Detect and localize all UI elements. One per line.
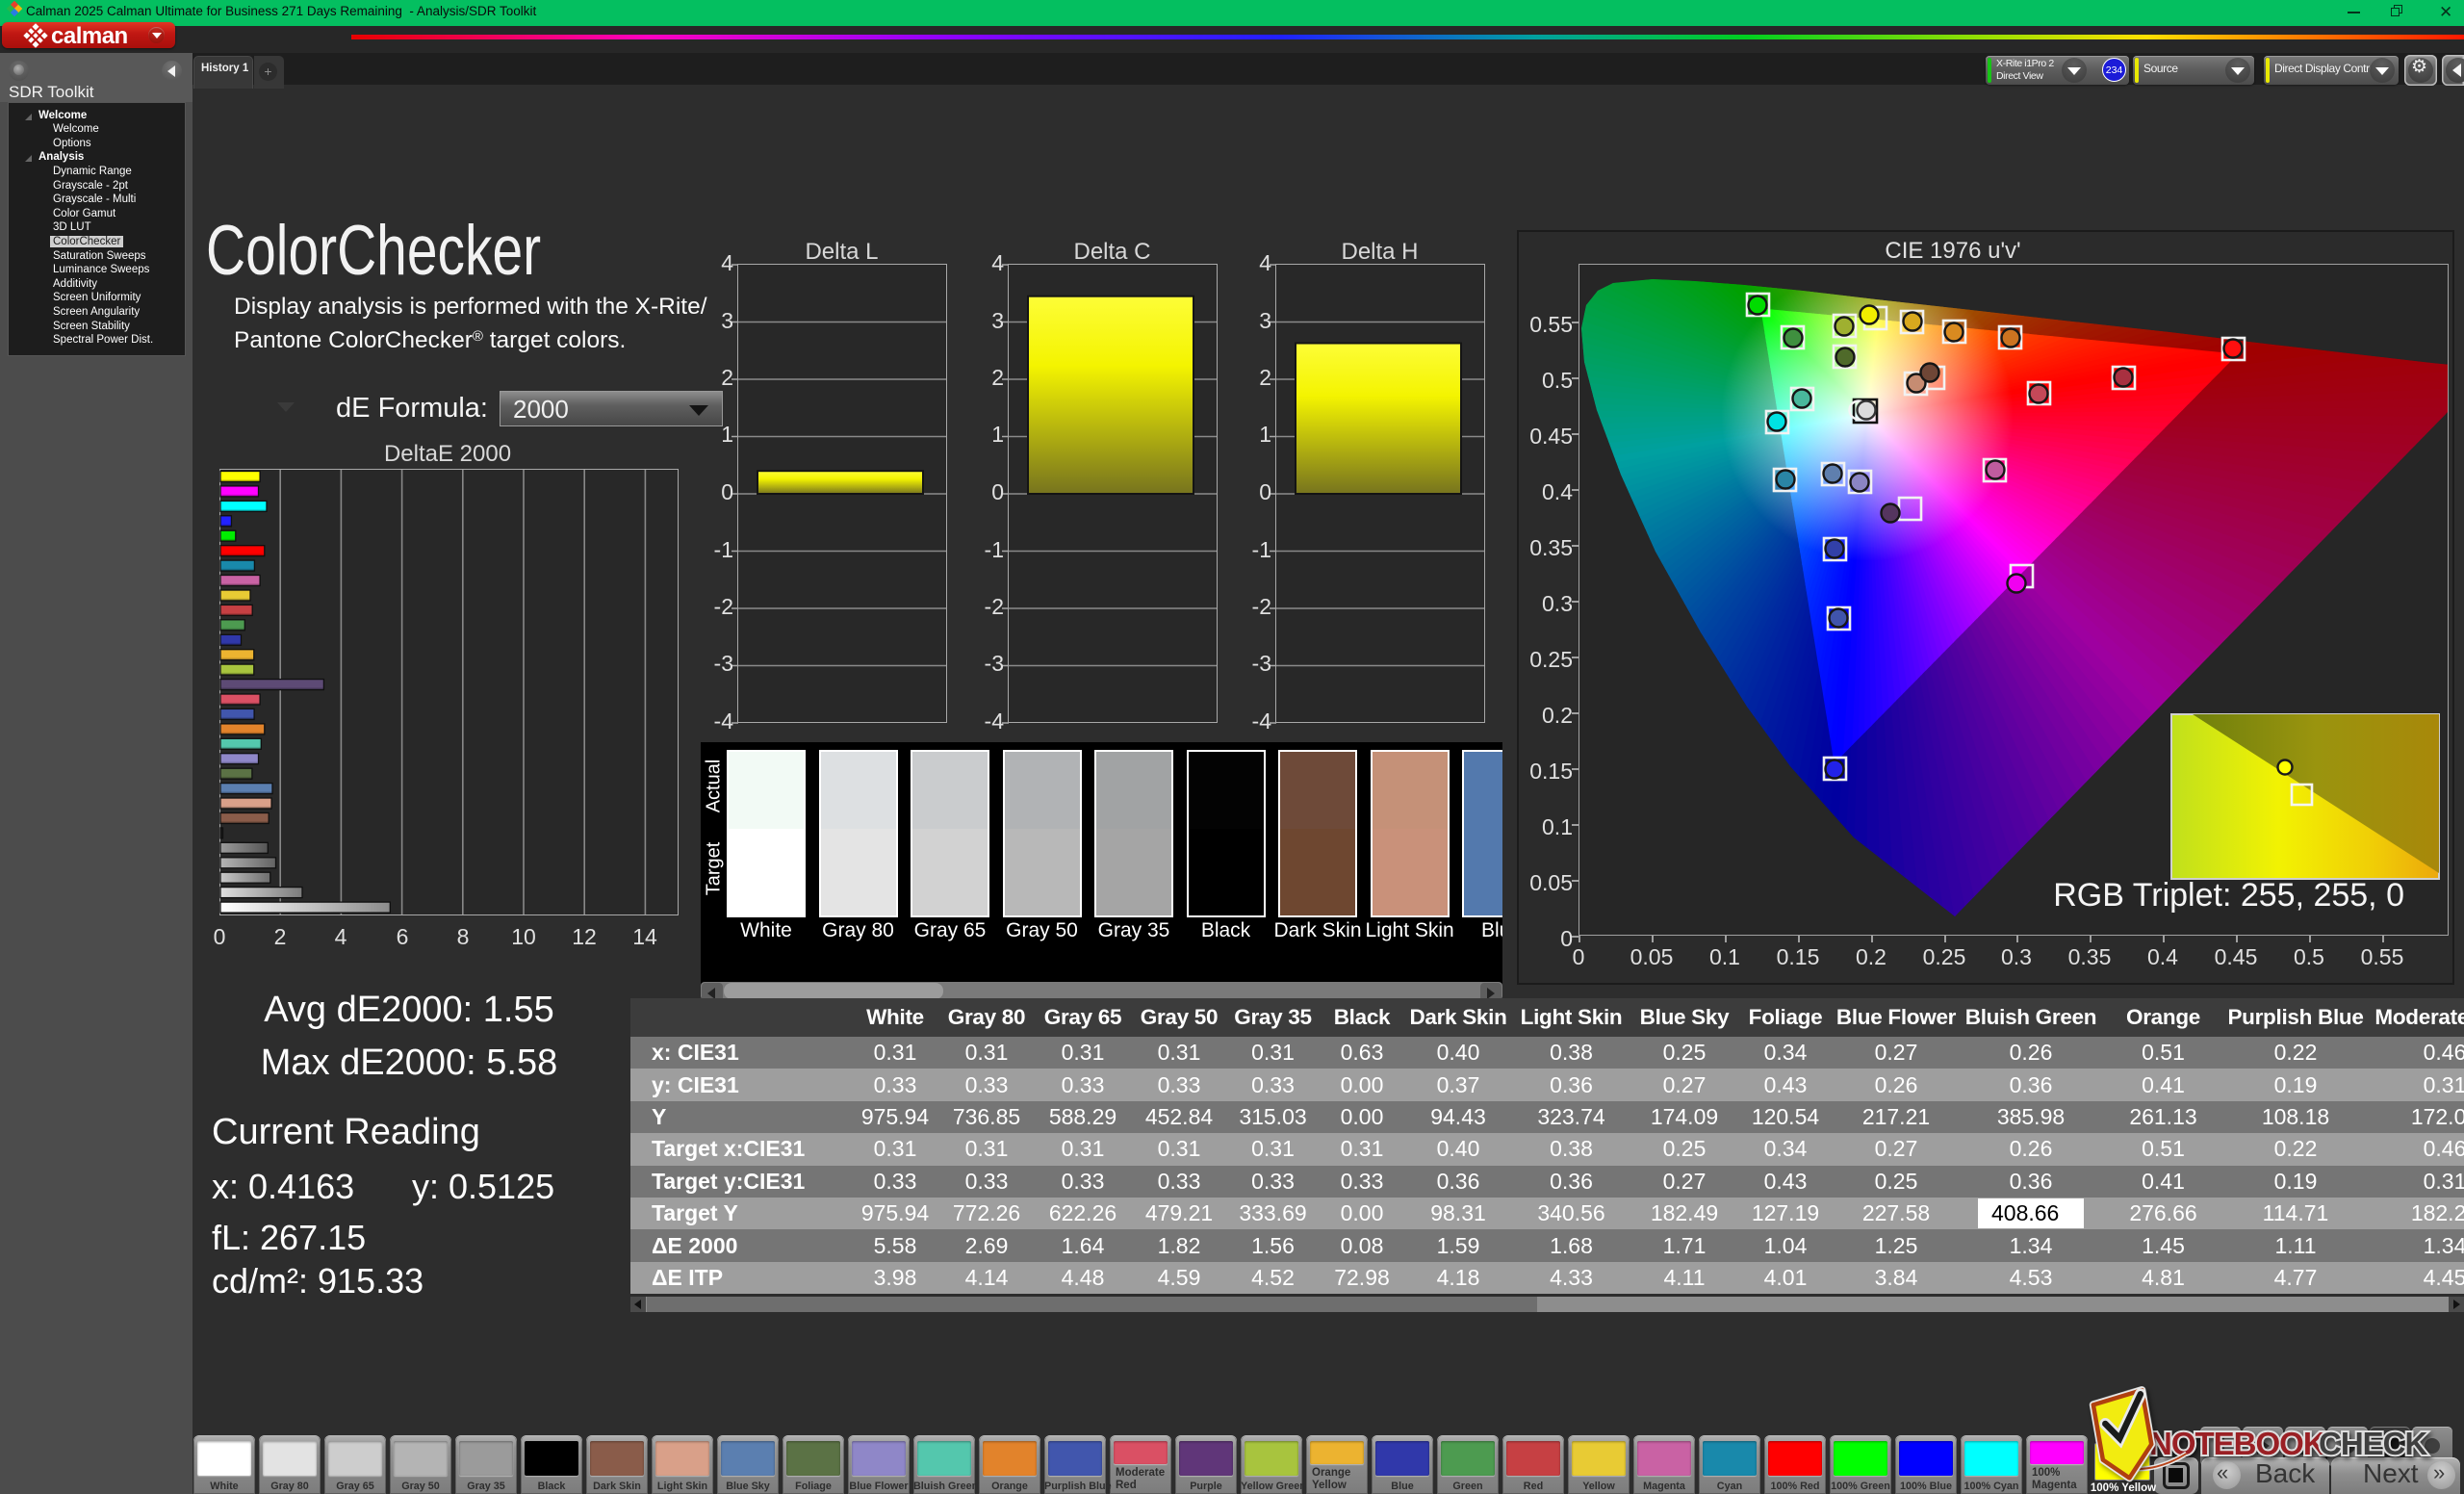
svg-text:CHECK: CHECK: [2319, 1426, 2428, 1461]
svg-text:NOTEBOOK: NOTEBOOK: [2149, 1426, 2326, 1461]
